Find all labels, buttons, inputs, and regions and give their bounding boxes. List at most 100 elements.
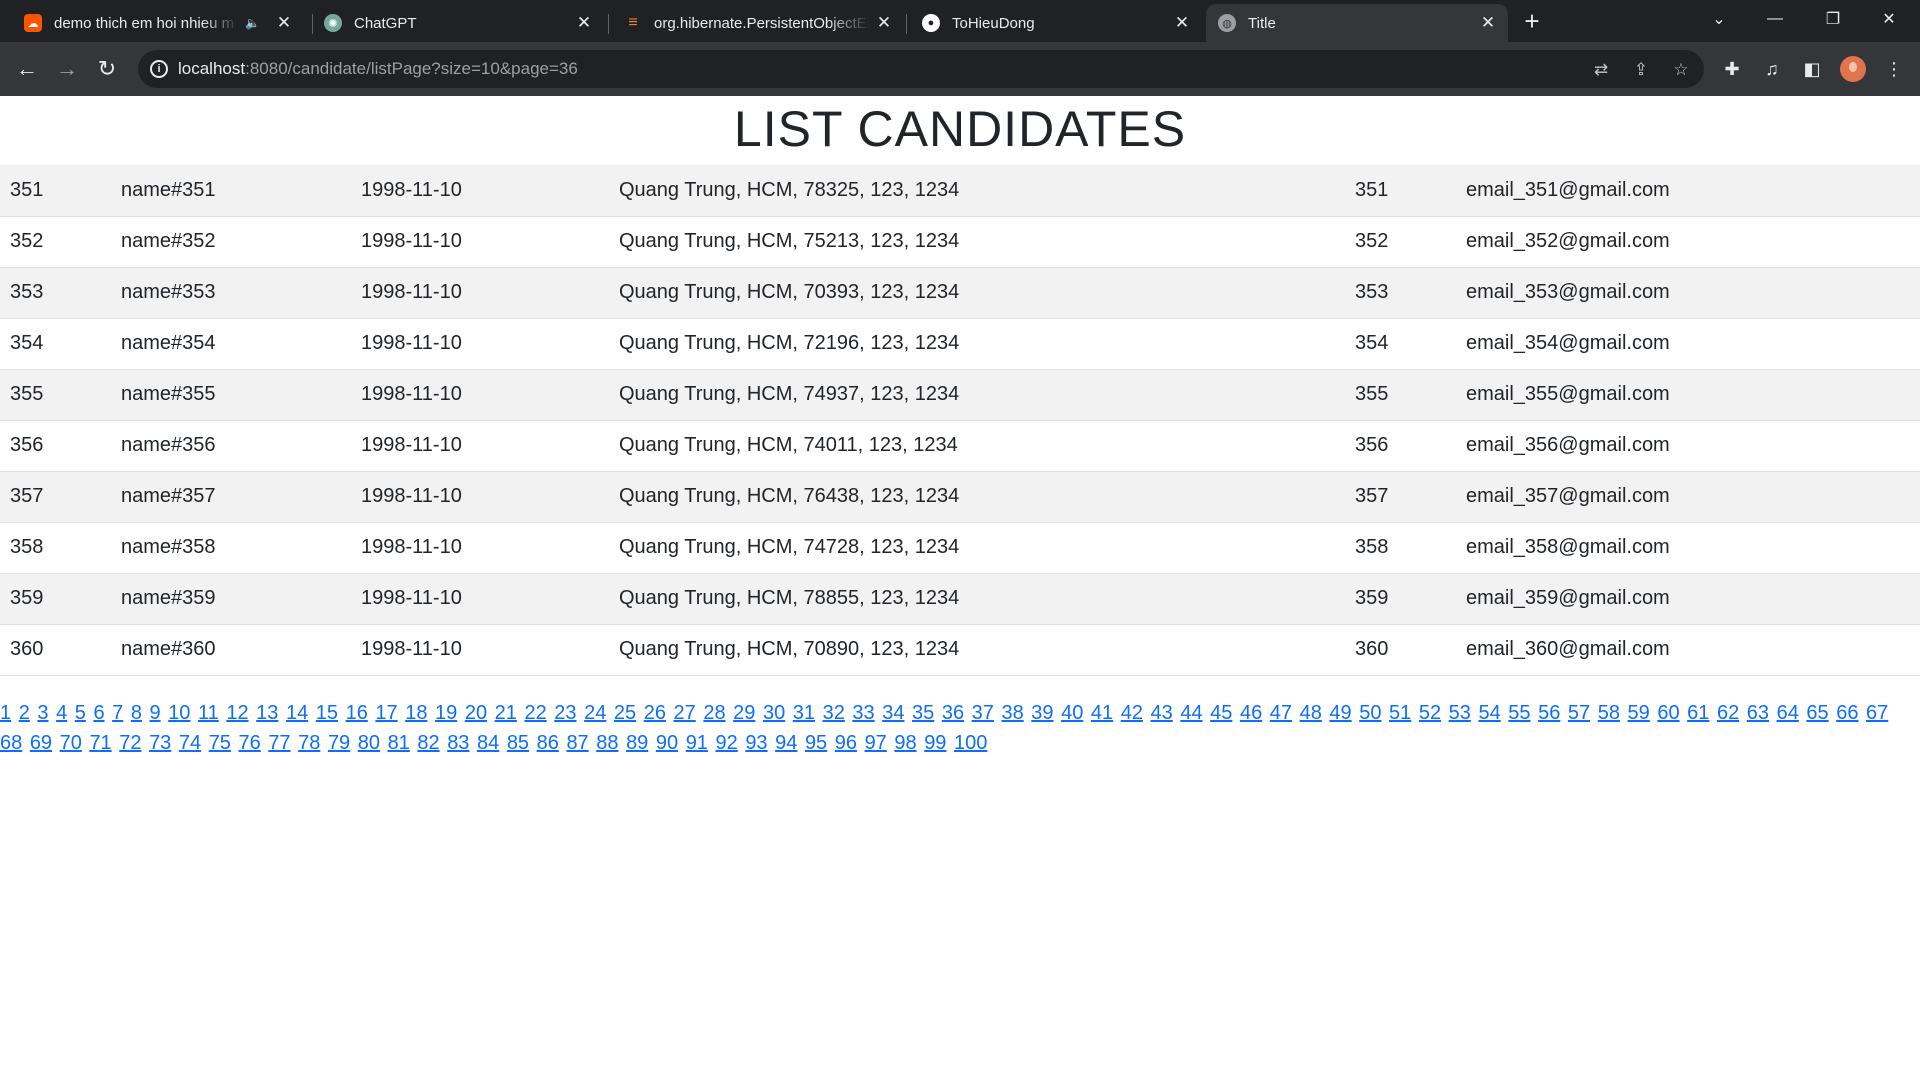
tab-github[interactable]: ● ToHieuDong ✕ <box>910 4 1202 42</box>
page-link[interactable]: 58 <box>1598 702 1620 724</box>
page-link[interactable]: 91 <box>686 732 708 754</box>
page-link[interactable]: 6 <box>93 702 104 724</box>
page-link[interactable]: 80 <box>358 732 380 754</box>
page-link[interactable]: 68 <box>0 732 22 754</box>
page-link[interactable]: 44 <box>1180 702 1202 724</box>
profile-avatar[interactable] <box>1840 56 1866 82</box>
page-link[interactable]: 52 <box>1419 702 1441 724</box>
url-text[interactable]: localhost:8080/candidate/listPage?size=1… <box>178 59 578 79</box>
page-link[interactable]: 93 <box>745 732 767 754</box>
page-link[interactable]: 69 <box>30 732 52 754</box>
media-controls-icon[interactable]: ♫ <box>1760 57 1784 81</box>
page-link[interactable]: 14 <box>286 702 308 724</box>
page-link[interactable]: 82 <box>417 732 439 754</box>
close-icon[interactable]: ✕ <box>1174 13 1190 33</box>
page-link[interactable]: 5 <box>75 702 86 724</box>
page-link[interactable]: 96 <box>835 732 857 754</box>
page-link[interactable]: 2 <box>19 702 30 724</box>
page-link[interactable]: 77 <box>268 732 290 754</box>
page-link[interactable]: 73 <box>149 732 171 754</box>
page-link[interactable]: 42 <box>1121 702 1143 724</box>
menu-kebab-icon[interactable]: ⋮ <box>1882 57 1906 81</box>
page-link[interactable]: 87 <box>566 732 588 754</box>
side-panel-icon[interactable]: ◧ <box>1800 57 1824 81</box>
address-bar[interactable]: i localhost:8080/candidate/listPage?size… <box>138 50 1704 88</box>
page-link[interactable]: 36 <box>942 702 964 724</box>
close-icon[interactable]: ✕ <box>1480 13 1496 33</box>
extensions-icon[interactable]: ✚ <box>1720 57 1744 81</box>
page-link[interactable]: 66 <box>1836 702 1858 724</box>
page-link[interactable]: 86 <box>537 732 559 754</box>
page-link[interactable]: 65 <box>1806 702 1828 724</box>
page-link[interactable]: 13 <box>256 702 278 724</box>
page-link[interactable]: 98 <box>894 732 916 754</box>
page-link[interactable]: 92 <box>716 732 738 754</box>
page-link[interactable]: 20 <box>465 702 487 724</box>
page-link[interactable]: 85 <box>507 732 529 754</box>
page-link[interactable]: 21 <box>495 702 517 724</box>
page-link[interactable]: 40 <box>1061 702 1083 724</box>
page-link[interactable]: 27 <box>674 702 696 724</box>
page-link[interactable]: 4 <box>56 702 67 724</box>
bookmark-star-icon[interactable]: ☆ <box>1670 59 1692 81</box>
close-icon[interactable]: ✕ <box>576 13 592 33</box>
page-link[interactable]: 19 <box>435 702 457 724</box>
page-link[interactable]: 99 <box>924 732 946 754</box>
tab-stackoverflow[interactable]: ≡ org.hibernate.PersistentObjectEx ✕ <box>612 4 904 42</box>
page-link[interactable]: 8 <box>131 702 142 724</box>
page-link[interactable]: 31 <box>793 702 815 724</box>
page-link[interactable]: 81 <box>388 732 410 754</box>
page-link[interactable]: 32 <box>823 702 845 724</box>
page-link[interactable]: 33 <box>852 702 874 724</box>
page-link[interactable]: 49 <box>1329 702 1351 724</box>
page-link[interactable]: 79 <box>328 732 350 754</box>
page-link[interactable]: 43 <box>1151 702 1173 724</box>
page-link[interactable]: 71 <box>89 732 111 754</box>
minimize-button[interactable]: — <box>1752 0 1798 38</box>
page-link[interactable]: 83 <box>447 732 469 754</box>
close-icon[interactable]: ✕ <box>276 13 292 33</box>
page-link[interactable]: 3 <box>37 702 48 724</box>
page-link[interactable]: 23 <box>554 702 576 724</box>
page-link[interactable]: 25 <box>614 702 636 724</box>
page-link[interactable]: 74 <box>179 732 201 754</box>
page-link[interactable]: 7 <box>112 702 123 724</box>
page-link[interactable]: 29 <box>733 702 755 724</box>
site-info-icon[interactable]: i <box>150 60 168 78</box>
restore-button[interactable]: ❐ <box>1810 0 1856 38</box>
new-tab-button[interactable]: + <box>1518 8 1546 36</box>
page-link[interactable]: 39 <box>1031 702 1053 724</box>
page-link[interactable]: 94 <box>775 732 797 754</box>
page-link[interactable]: 70 <box>60 732 82 754</box>
page-link[interactable]: 12 <box>226 702 248 724</box>
tab-soundcloud[interactable]: ☁ demo thich em hoi nhieu m 🔈 ✕ <box>12 4 304 42</box>
page-link[interactable]: 1 <box>0 702 11 724</box>
page-link[interactable]: 53 <box>1449 702 1471 724</box>
page-link[interactable]: 46 <box>1240 702 1262 724</box>
page-link[interactable]: 56 <box>1538 702 1560 724</box>
share-icon[interactable]: ⇪ <box>1630 59 1652 81</box>
page-link[interactable]: 63 <box>1747 702 1769 724</box>
page-link[interactable]: 47 <box>1270 702 1292 724</box>
tab-search-chevron-icon[interactable]: ⌄ <box>1696 0 1742 38</box>
page-link[interactable]: 41 <box>1091 702 1113 724</box>
page-link[interactable]: 24 <box>584 702 606 724</box>
page-link[interactable]: 59 <box>1628 702 1650 724</box>
page-link[interactable]: 35 <box>912 702 934 724</box>
page-link[interactable]: 100 <box>954 732 987 754</box>
page-link[interactable]: 37 <box>972 702 994 724</box>
page-link[interactable]: 16 <box>346 702 368 724</box>
page-link[interactable]: 78 <box>298 732 320 754</box>
page-link[interactable]: 55 <box>1508 702 1530 724</box>
page-link[interactable]: 62 <box>1717 702 1739 724</box>
page-link[interactable]: 48 <box>1300 702 1322 724</box>
close-icon[interactable]: ✕ <box>876 13 892 33</box>
page-link[interactable]: 9 <box>150 702 161 724</box>
page-link[interactable]: 57 <box>1568 702 1590 724</box>
page-link[interactable]: 18 <box>405 702 427 724</box>
page-link[interactable]: 84 <box>477 732 499 754</box>
back-button[interactable]: ← <box>10 52 44 86</box>
page-link[interactable]: 54 <box>1478 702 1500 724</box>
reload-button[interactable]: ↻ <box>90 52 124 86</box>
speaker-icon[interactable]: 🔈 <box>245 16 260 30</box>
